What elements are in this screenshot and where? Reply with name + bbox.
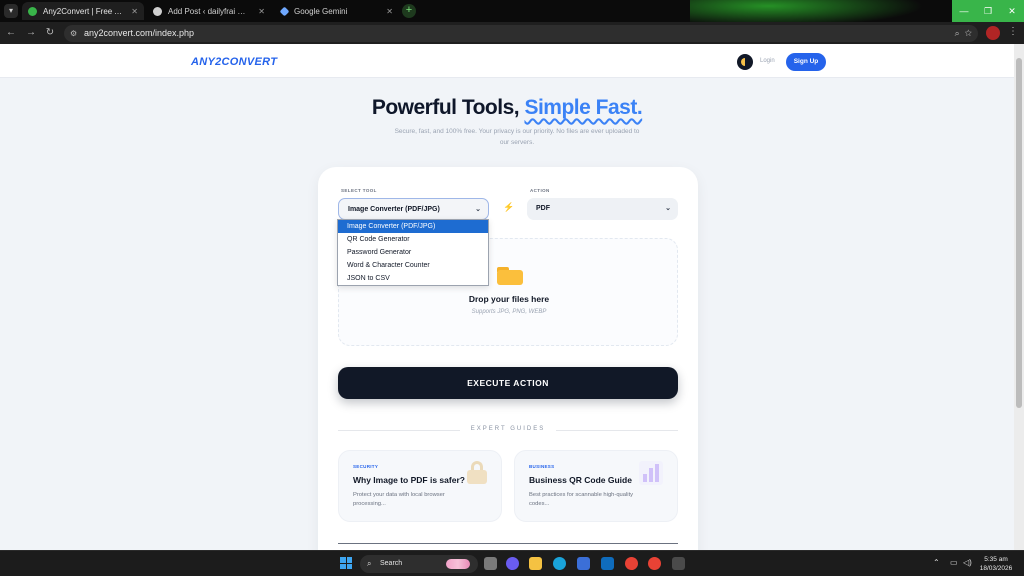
guide-card-business[interactable]: BUSINESS Business QR Code Guide Best pra… <box>514 450 678 522</box>
close-tab-icon[interactable]: ✕ <box>131 7 138 16</box>
site-info-icon[interactable]: ⚙ <box>70 25 77 42</box>
browser-tab-strip: ▾ Any2Convert | Free All-in-One ✕ Add Po… <box>0 0 1024 22</box>
tool-dropdown-list: Image Converter (PDF/JPG) QR Code Genera… <box>337 219 489 286</box>
scrollbar-thumb[interactable] <box>1016 58 1022 408</box>
guides-heading: EXPERT GUIDES <box>460 426 556 432</box>
any2convert-favicon-icon <box>28 6 37 16</box>
volume-icon[interactable]: ◁) <box>963 558 972 567</box>
browser-toolbar: ← → ↻ ⚙ any2convert.com/index.php ⌕ ☆ ⋮ <box>0 22 1024 44</box>
profile-avatar[interactable] <box>986 26 1000 40</box>
app-icon[interactable] <box>672 557 685 570</box>
hero-title-main: Powerful Tools, <box>371 96 520 119</box>
close-tab-icon[interactable]: ✕ <box>386 7 393 16</box>
forward-arrow-icon[interactable]: → <box>24 26 38 40</box>
clock-date: 18/03/2026 <box>979 565 1013 572</box>
site-logo[interactable]: ANY2CONVERT <box>191 56 277 68</box>
file-explorer-icon[interactable] <box>529 557 542 570</box>
search-label: Search <box>380 560 403 567</box>
zoom-and-bookmark-icons[interactable]: ⌕ ☆ <box>955 25 972 42</box>
dropdown-option-json-csv[interactable]: JSON to CSV <box>338 272 488 285</box>
gemini-favicon-icon <box>279 6 290 16</box>
address-bar[interactable]: ⚙ any2convert.com/index.php ⌕ ☆ <box>64 25 978 42</box>
network-icon[interactable]: ▭ <box>950 558 958 567</box>
half-moon-icon <box>741 58 749 66</box>
taskbar-clock[interactable]: 5:35 am 18/03/2026 <box>976 555 1016 573</box>
wordpress-favicon-icon <box>153 6 162 16</box>
restore-window-button[interactable]: ❐ <box>976 0 1000 22</box>
tab-any2convert[interactable]: Any2Convert | Free All-in-One ✕ <box>22 2 144 20</box>
theme-toggle-button[interactable] <box>737 54 753 70</box>
edge-icon[interactable] <box>553 557 566 570</box>
dropzone-title: Drop your files here <box>468 294 550 304</box>
guide-title: Business QR Code Guide <box>529 475 632 485</box>
new-tab-button[interactable]: + <box>402 4 416 18</box>
lightning-bolt-icon: ⚡ <box>503 202 515 212</box>
action-label: ACTION <box>530 188 550 193</box>
taskbar-search[interactable]: ⌕ Search <box>360 555 478 573</box>
folder-icon <box>497 265 523 285</box>
guide-tag: BUSINESS <box>529 464 555 469</box>
page-viewport: ANY2CONVERT Login Sign Up Powerful Tools… <box>0 44 1024 550</box>
card-divider <box>338 543 678 544</box>
guide-title: Why Image to PDF is safer? <box>353 475 465 485</box>
browser-menu-icon[interactable]: ⋮ <box>1008 26 1018 37</box>
close-tab-icon[interactable]: ✕ <box>258 7 265 16</box>
copilot-icon[interactable] <box>506 557 519 570</box>
windows-start-icon[interactable] <box>340 557 352 569</box>
guide-description: Protect your data with local browser pro… <box>353 492 445 507</box>
minimize-window-button[interactable]: — <box>952 0 976 22</box>
action-select[interactable]: PDF ⌄ <box>527 198 678 220</box>
tab-title: Add Post ‹ dailyfrai — WordPress <box>168 6 252 16</box>
hero-subtitle: Secure, fast, and 100% free. Your privac… <box>394 128 640 146</box>
login-link[interactable]: Login <box>760 58 775 64</box>
guide-description: Best practices for scannable high-qualit… <box>529 492 634 507</box>
bar-chart-icon <box>639 461 663 485</box>
site-header: ANY2CONVERT Login Sign Up <box>0 44 1014 78</box>
wallpaper-glow <box>690 0 950 22</box>
tool-select[interactable]: Image Converter (PDF/JPG) ⌄ <box>338 198 489 220</box>
search-highlight-icon <box>446 559 470 569</box>
url-text: any2convert.com/index.php <box>84 28 195 38</box>
back-arrow-icon[interactable]: ← <box>4 26 18 40</box>
tab-title: Any2Convert | Free All-in-One <box>43 6 126 16</box>
select-tool-label: SELECT TOOL <box>341 188 377 193</box>
dropdown-option-qr-code[interactable]: QR Code Generator <box>338 233 488 246</box>
dropdown-option-password[interactable]: Password Generator <box>338 246 488 259</box>
reload-icon[interactable]: ↻ <box>43 26 57 40</box>
outlook-icon[interactable] <box>601 557 614 570</box>
task-view-icon[interactable] <box>484 557 497 570</box>
guide-tag: SECURITY <box>353 464 379 469</box>
hero-title-accent: Simple Fast. <box>524 96 643 119</box>
chevron-down-icon: ⌄ <box>475 206 481 213</box>
tab-title: Google Gemini <box>294 6 348 16</box>
dropdown-option-image-converter[interactable]: Image Converter (PDF/JPG) <box>338 220 488 233</box>
signup-button[interactable]: Sign Up <box>786 53 826 71</box>
action-select-value: PDF <box>536 205 550 212</box>
tab-wordpress[interactable]: Add Post ‹ dailyfrai — WordPress ✕ <box>147 2 271 20</box>
dropdown-option-word-counter[interactable]: Word & Character Counter <box>338 259 488 272</box>
tool-select-value: Image Converter (PDF/JPG) <box>348 206 440 213</box>
tab-gemini[interactable]: Google Gemini ✕ <box>275 2 399 20</box>
chrome-profile-icon[interactable] <box>648 557 661 570</box>
page-scrollbar[interactable] <box>1014 44 1024 550</box>
windows-taskbar: ⌕ Search ⌃ ▭ ◁) 5:35 am 18/03/2026 <box>0 550 1024 576</box>
store-icon[interactable] <box>577 557 590 570</box>
execute-action-button[interactable]: EXECUTE ACTION <box>338 367 678 399</box>
hero-title: Powerful Tools, Simple Fast. <box>0 96 1014 120</box>
dropzone-subtitle: Supports JPG, PNG, WEBP <box>471 309 547 315</box>
close-window-button[interactable]: ✕ <box>1000 0 1024 22</box>
search-icon: ⌕ <box>367 559 372 568</box>
show-hidden-icons-chevron-icon[interactable]: ⌃ <box>933 558 940 567</box>
chevron-down-icon: ⌄ <box>665 205 671 212</box>
chrome-icon[interactable] <box>625 557 638 570</box>
guide-card-security[interactable]: SECURITY Why Image to PDF is safer? Prot… <box>338 450 502 522</box>
clock-time: 5:35 am <box>984 556 1008 563</box>
tab-search-menu-icon[interactable]: ▾ <box>4 4 18 18</box>
lock-icon <box>467 461 487 484</box>
